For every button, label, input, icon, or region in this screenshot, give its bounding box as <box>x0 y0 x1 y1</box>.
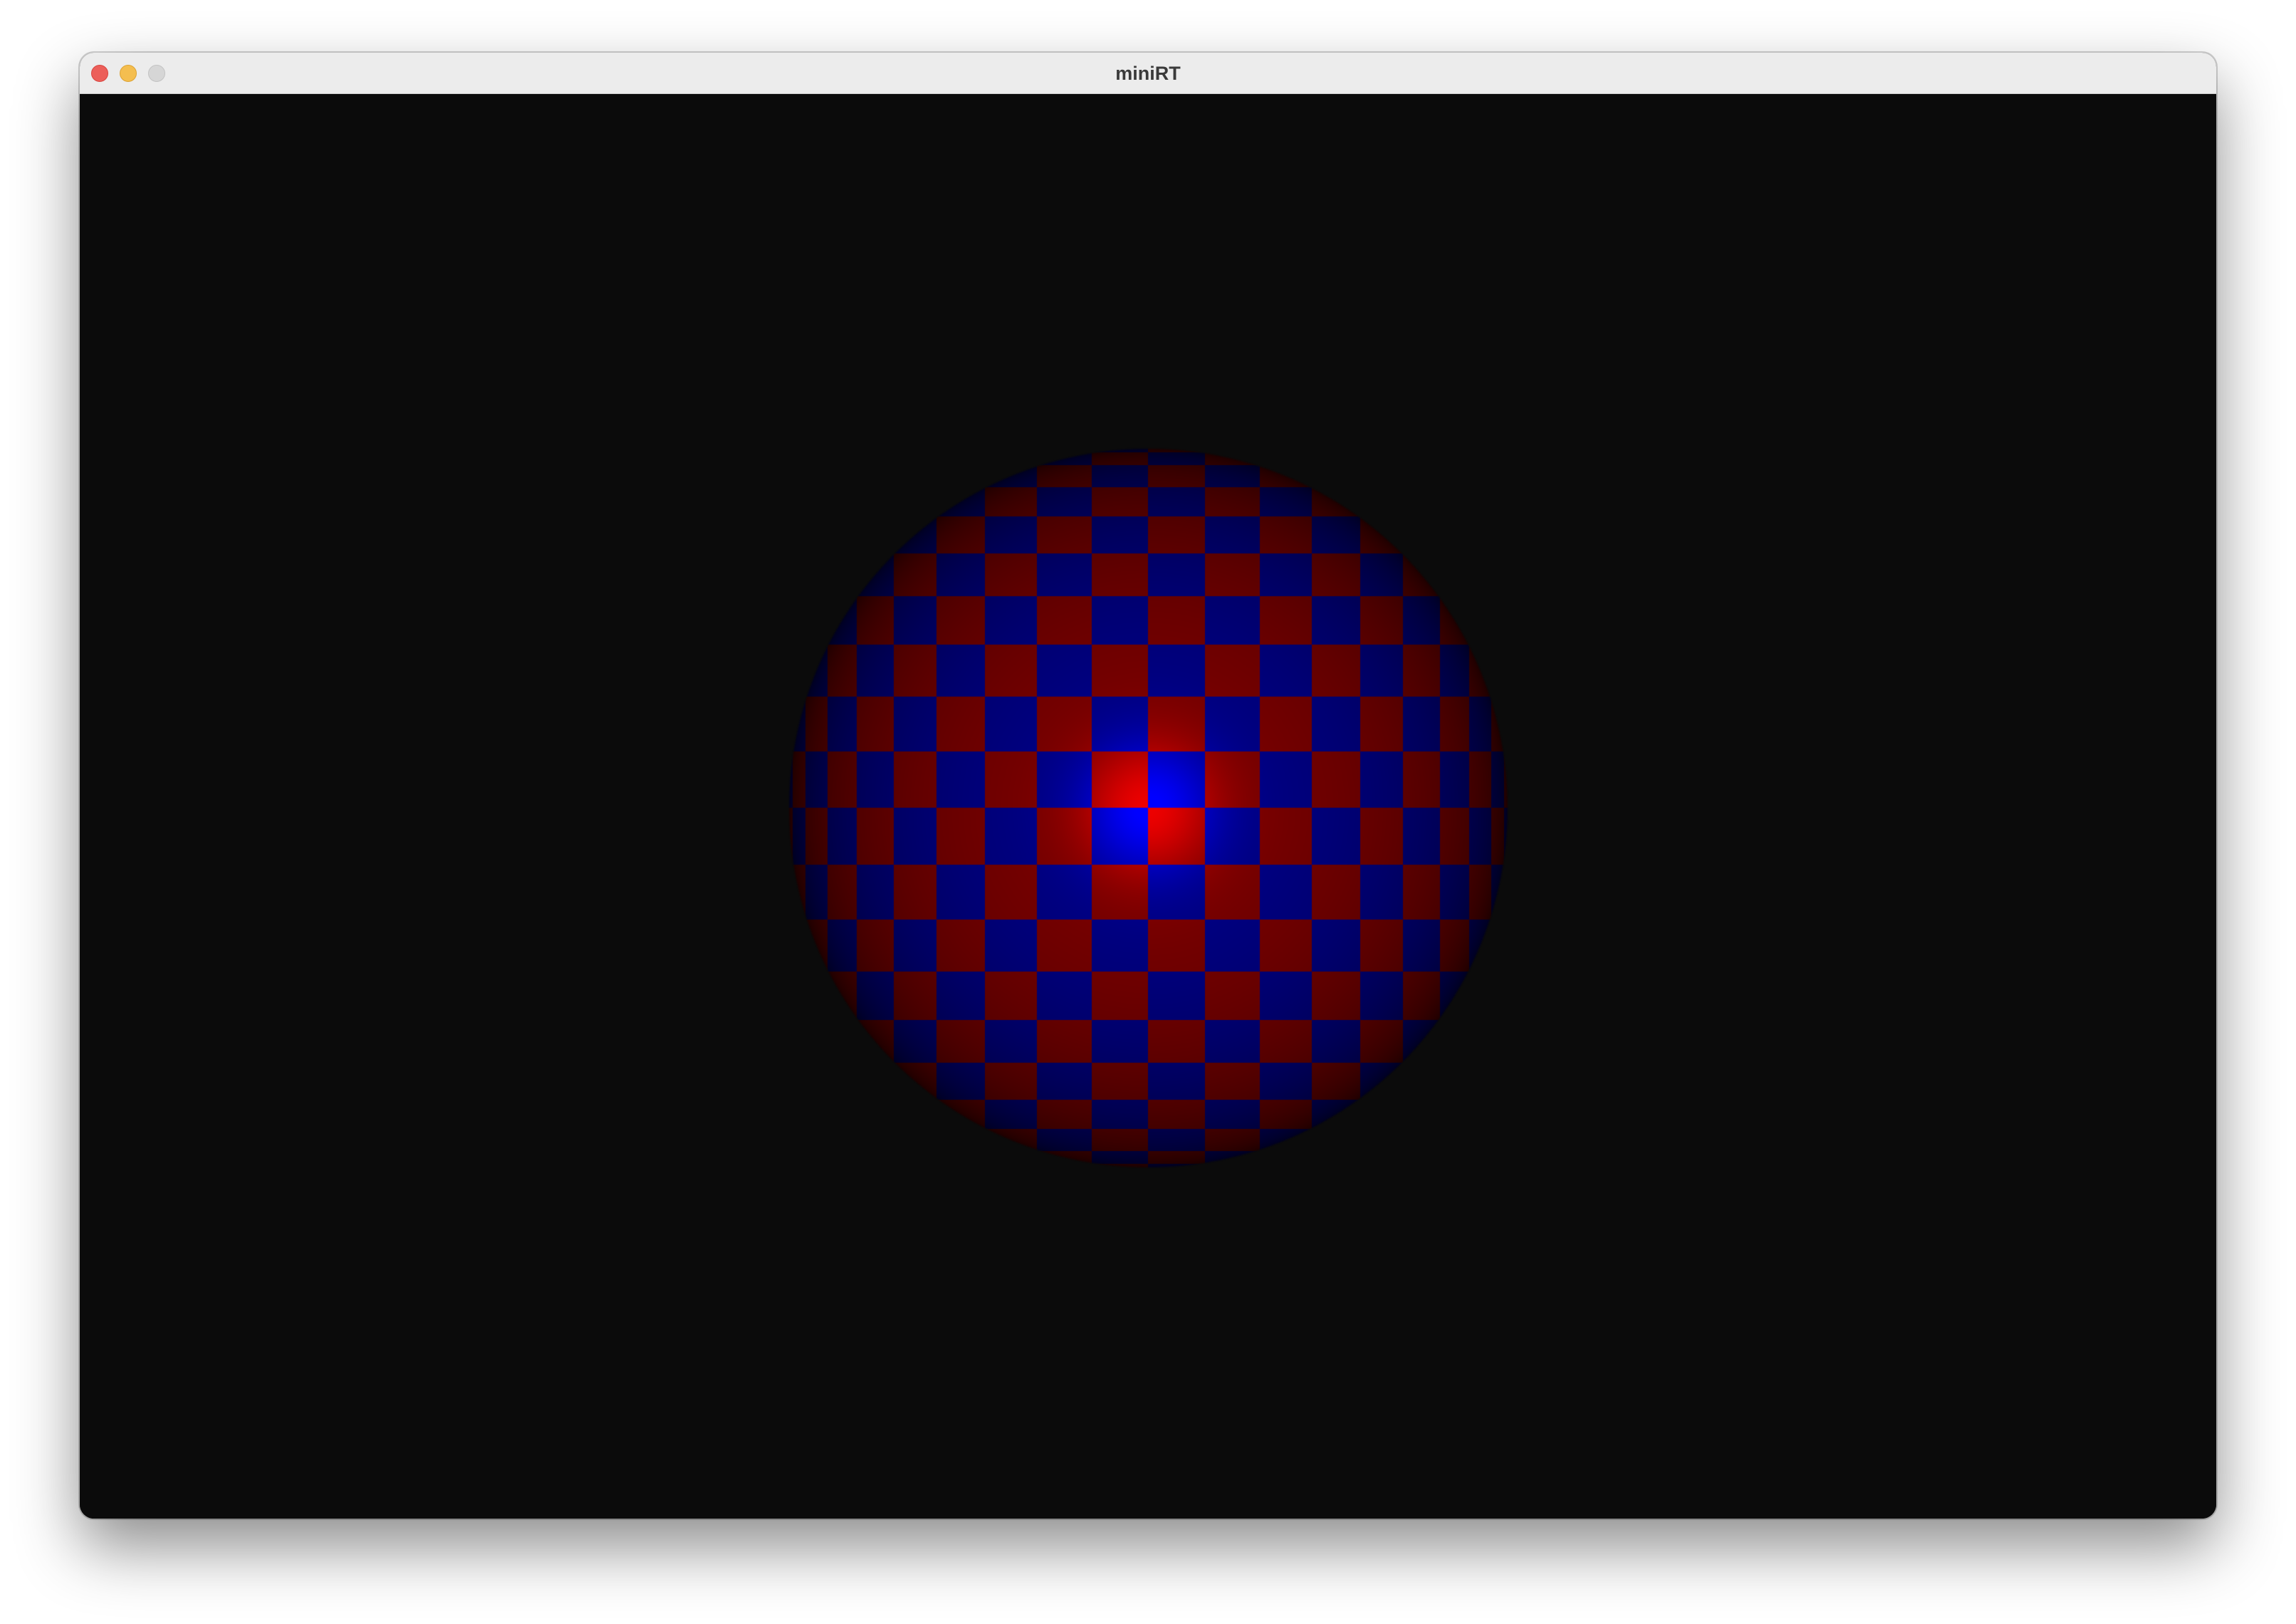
app-window: miniRT <box>80 53 2216 1519</box>
title-bar[interactable]: miniRT <box>80 53 2216 94</box>
rendered-checkered-sphere <box>80 94 2216 1519</box>
render-viewport <box>80 94 2216 1519</box>
desktop: miniRT <box>0 0 2296 1624</box>
window-title: miniRT <box>1115 63 1181 84</box>
